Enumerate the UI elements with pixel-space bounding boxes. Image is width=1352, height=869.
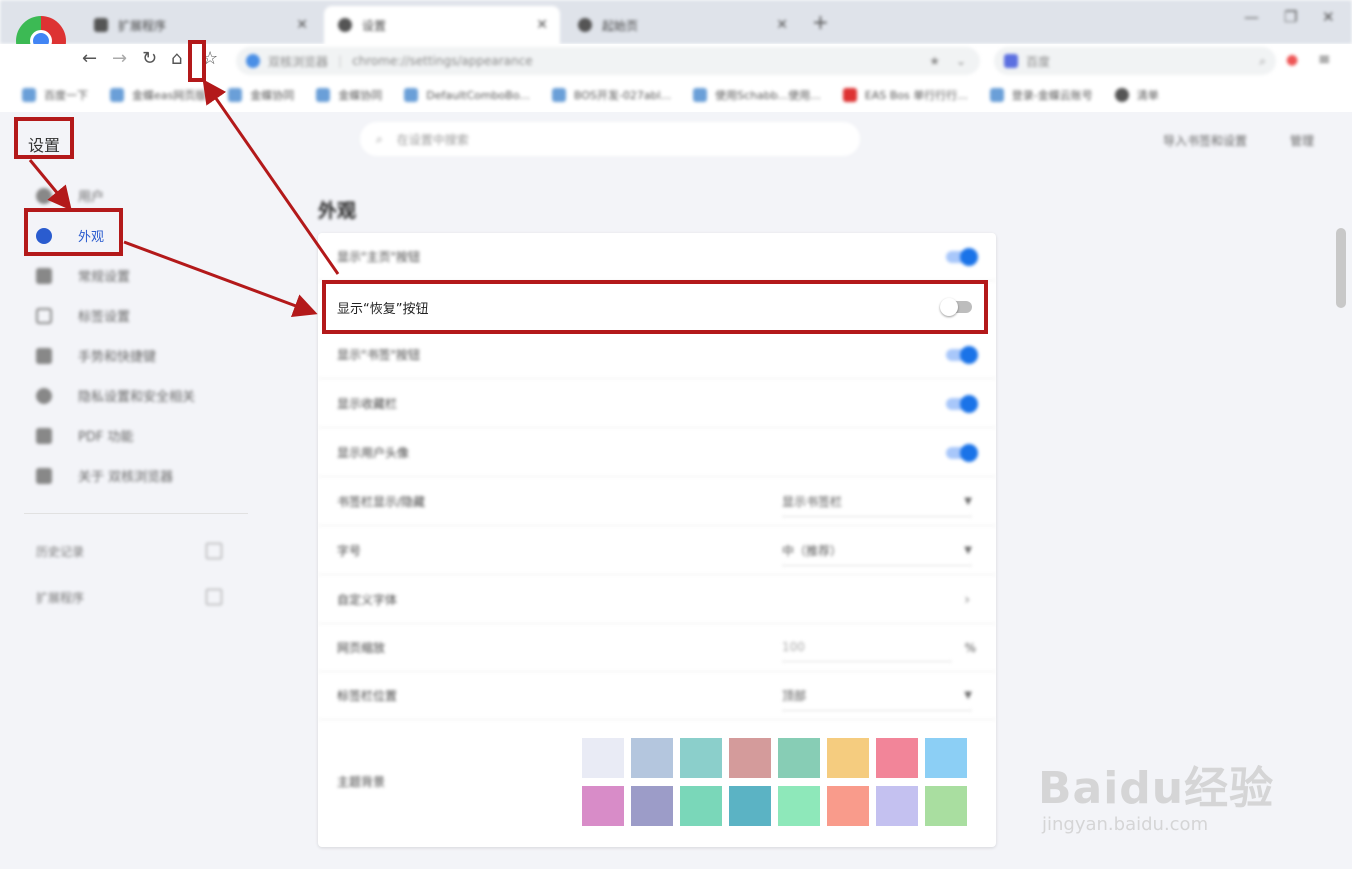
theme-swatch[interactable] <box>778 738 820 778</box>
watermark: Baidu经验 jingyan.baidu.com <box>1038 763 1275 835</box>
scroll-thumb[interactable] <box>1336 228 1346 308</box>
theme-swatch[interactable] <box>729 786 771 826</box>
theme-swatch[interactable] <box>876 738 918 778</box>
theme-swatch[interactable] <box>876 786 918 826</box>
theme-swatch[interactable] <box>729 738 771 778</box>
theme-swatch[interactable] <box>680 786 722 826</box>
theme-swatch[interactable] <box>827 786 869 826</box>
theme-swatch[interactable] <box>925 786 967 826</box>
theme-swatch[interactable] <box>631 738 673 778</box>
scrollbar[interactable] <box>1332 168 1352 869</box>
arrow-row-to-toolbar <box>202 79 340 275</box>
theme-swatch[interactable] <box>582 786 624 826</box>
theme-swatch[interactable] <box>680 738 722 778</box>
theme-swatch[interactable] <box>925 738 967 778</box>
theme-swatch[interactable] <box>582 738 624 778</box>
arrow-appearance-to-row <box>123 240 318 317</box>
theme-swatch[interactable] <box>631 786 673 826</box>
arrow-title-to-appearance <box>28 159 72 211</box>
theme-swatch[interactable] <box>778 786 820 826</box>
theme-swatch[interactable] <box>827 738 869 778</box>
